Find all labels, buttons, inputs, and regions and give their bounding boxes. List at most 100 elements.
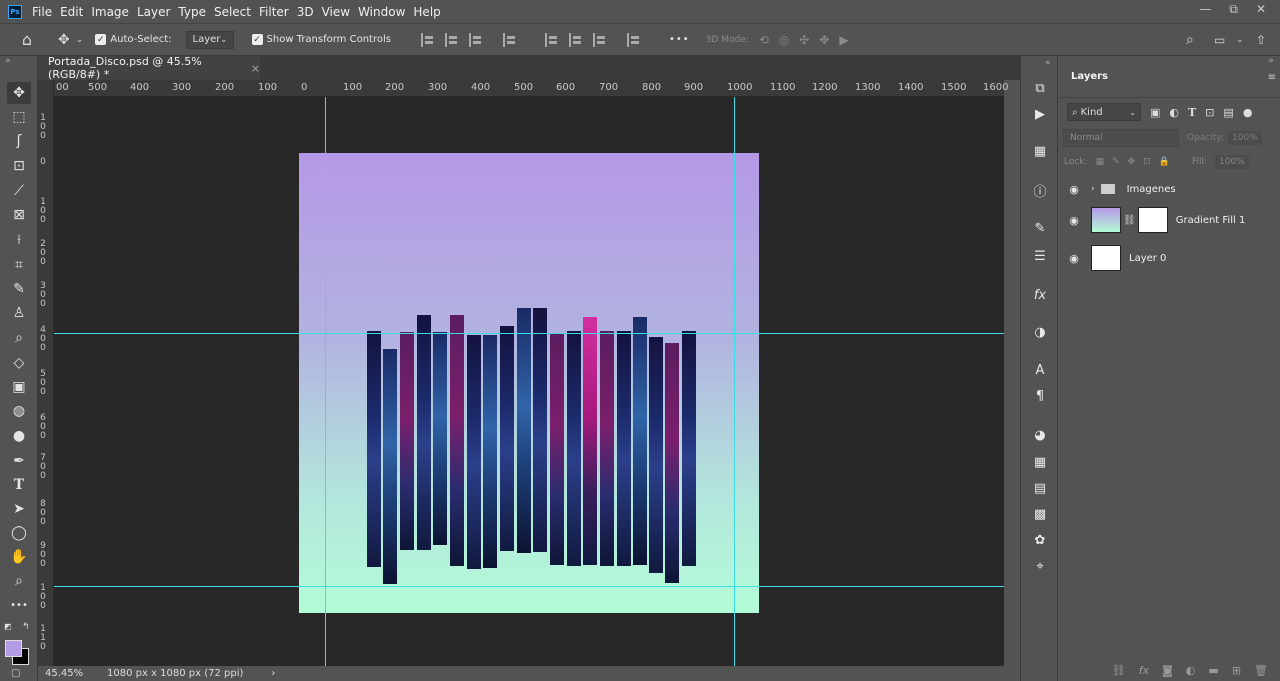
new-adjustment-layer-icon[interactable]: ◐ bbox=[1186, 664, 1196, 677]
visibility-eye-icon[interactable]: ◉ bbox=[1067, 252, 1081, 265]
filter-smart-object-icon[interactable]: ▤ bbox=[1223, 106, 1233, 119]
menu-layer[interactable]: Layer bbox=[137, 5, 178, 19]
menu-window[interactable]: Window bbox=[358, 5, 413, 19]
filter-shape-icon[interactable]: ⊡ bbox=[1205, 106, 1214, 119]
align-vertical-centers-icon[interactable] bbox=[568, 32, 583, 47]
home-icon[interactable]: ⌂ bbox=[18, 30, 36, 49]
horizontal-ruler[interactable]: 00 500 400 300 200 100 0 100 200 300 400 500 600 700 8… bbox=[54, 80, 1008, 97]
menu-edit[interactable]: Edit bbox=[60, 5, 91, 19]
frame-tool-icon[interactable]: ⊠ bbox=[7, 204, 31, 226]
crop-tool-icon[interactable]: ⟋ bbox=[7, 180, 31, 202]
layer-name[interactable]: Imagenes bbox=[1127, 184, 1176, 195]
paragraph-panel-icon[interactable]: ¶ bbox=[1030, 386, 1050, 406]
lock-position-icon[interactable]: ✥ bbox=[1128, 157, 1136, 167]
type-tool-icon[interactable]: T bbox=[7, 474, 31, 496]
gradients-panel-icon[interactable]: ▤ bbox=[1030, 478, 1050, 498]
menu-help[interactable]: Help bbox=[413, 5, 448, 19]
collapse-panels-icon[interactable]: « bbox=[1045, 58, 1051, 68]
dodge-tool-icon[interactable]: ● bbox=[7, 425, 31, 447]
foreground-color-swatch[interactable] bbox=[5, 640, 22, 657]
shapes-panel-icon[interactable]: ✿ bbox=[1030, 530, 1050, 550]
styles-panel-icon[interactable]: fx bbox=[1030, 285, 1050, 305]
distribute-horizontal-icon[interactable] bbox=[626, 32, 641, 47]
new-layer-icon[interactable]: ⊞ bbox=[1232, 664, 1241, 677]
libraries-panel-icon[interactable]: ▦ bbox=[1030, 141, 1050, 161]
zoom-tool-icon[interactable]: ⌕ bbox=[7, 570, 31, 592]
more-options-button[interactable]: ••• bbox=[669, 34, 690, 45]
visibility-eye-icon[interactable]: ◉ bbox=[1067, 183, 1081, 196]
default-colors-icon[interactable]: ◩ bbox=[4, 622, 12, 631]
align-left-edges-icon[interactable] bbox=[420, 32, 435, 47]
swap-colors-icon[interactable]: ↰ bbox=[22, 622, 30, 632]
auto-select-checkbox[interactable]: ✓ bbox=[95, 34, 107, 45]
add-layer-style-icon[interactable]: fx bbox=[1139, 664, 1149, 677]
lock-all-icon[interactable]: 🔒 bbox=[1159, 157, 1170, 167]
align-right-edges-icon[interactable] bbox=[468, 32, 483, 47]
guide-vertical[interactable] bbox=[325, 97, 326, 666]
history-panel-icon[interactable]: ⧉ bbox=[1030, 78, 1050, 98]
paths-panel-icon[interactable]: ⌖ bbox=[1030, 556, 1050, 576]
brush-tool-icon[interactable]: ✎ bbox=[7, 278, 31, 300]
vertical-ruler[interactable]: 1 0 0 0 1 0 0 2 0 0 3 0 0 4 0 0 5 0 0 6 0 0 7 0 … bbox=[38, 80, 54, 666]
color-panel-icon[interactable]: ◕ bbox=[1030, 425, 1050, 445]
search-icon[interactable]: ⌕ bbox=[1186, 32, 1194, 48]
collapse-panel-icon[interactable]: » bbox=[5, 56, 11, 66]
filter-adjustment-icon[interactable]: ◐ bbox=[1169, 106, 1179, 119]
character-panel-icon[interactable]: A bbox=[1030, 360, 1050, 380]
zoom-level[interactable]: 45.45% bbox=[45, 668, 107, 679]
ellipse-tool-icon[interactable]: ◯ bbox=[7, 522, 31, 544]
adjustments-panel-icon[interactable]: ☰ bbox=[1030, 246, 1050, 266]
chevron-down-icon[interactable]: ⌄ bbox=[76, 35, 84, 45]
scale-3d-icon[interactable]: ▶ bbox=[839, 33, 848, 47]
delete-layer-icon[interactable]: 🗑 bbox=[1254, 664, 1268, 677]
lock-image-icon[interactable]: ✎ bbox=[1112, 157, 1120, 167]
align-top-edges-icon[interactable] bbox=[544, 32, 559, 47]
move-tool-icon[interactable]: ✥ bbox=[7, 82, 31, 104]
link-chain-icon[interactable]: ⛓ bbox=[1123, 215, 1136, 226]
gradient-tool-icon[interactable]: ▣ bbox=[7, 376, 31, 398]
show-transform-checkbox[interactable]: ✓ bbox=[251, 34, 263, 45]
align-horizontal-centers-icon[interactable] bbox=[444, 32, 459, 47]
share-icon[interactable]: ⇧ bbox=[1256, 33, 1266, 47]
collapse-panel-icon[interactable]: » bbox=[1268, 56, 1274, 66]
quick-mask-icon[interactable]: ▢ bbox=[11, 668, 20, 679]
layer-name[interactable]: Layer 0 bbox=[1129, 253, 1166, 264]
menu-type[interactable]: Type bbox=[178, 5, 214, 19]
edit-toolbar-icon[interactable]: ••• bbox=[7, 594, 31, 616]
pen-tool-icon[interactable]: ✒ bbox=[7, 450, 31, 472]
minimize-button[interactable]: — bbox=[1199, 2, 1211, 17]
gradient-fill-thumbnail[interactable] bbox=[1091, 207, 1121, 233]
close-window-button[interactable]: ✕ bbox=[1256, 2, 1266, 17]
clone-source-icon[interactable]: ◑ bbox=[1030, 322, 1050, 342]
new-group-icon[interactable]: ▬ bbox=[1208, 664, 1218, 677]
panel-menu-icon[interactable]: ≡ bbox=[1268, 72, 1276, 83]
clone-stamp-tool-icon[interactable]: ♙ bbox=[7, 302, 31, 324]
roll-3d-icon[interactable]: ◎ bbox=[779, 33, 789, 47]
filter-toggle-icon[interactable]: ● bbox=[1243, 106, 1253, 119]
hand-tool-icon[interactable]: ✋ bbox=[7, 546, 31, 568]
brush-settings-icon[interactable]: ✎ bbox=[1030, 218, 1050, 238]
layer-mask-thumbnail[interactable] bbox=[1137, 207, 1168, 233]
slide-3d-icon[interactable]: ✥ bbox=[819, 33, 829, 47]
chevron-right-icon[interactable]: › bbox=[1091, 184, 1095, 194]
canvas-area[interactable] bbox=[54, 97, 1004, 666]
close-document-icon[interactable]: × bbox=[251, 62, 260, 75]
link-layers-icon[interactable]: ⛓ bbox=[1112, 664, 1126, 677]
actions-panel-icon[interactable]: ▶ bbox=[1030, 104, 1050, 124]
fill-field[interactable]: 100% bbox=[1215, 155, 1249, 169]
layer-row-group[interactable]: ◉ › Imagenes bbox=[1059, 178, 1267, 200]
pan-3d-icon[interactable]: ✣ bbox=[799, 33, 809, 47]
workspace-icon[interactable]: ▭ bbox=[1214, 33, 1225, 47]
document-tab[interactable]: Portada_Disco.psd @ 45.5% (RGB/8#) * × bbox=[38, 55, 260, 81]
restore-button[interactable]: ⧉ bbox=[1229, 2, 1238, 17]
chevron-down-icon[interactable]: ⌄ bbox=[1236, 35, 1244, 45]
lock-artboard-icon[interactable]: ⊡ bbox=[1143, 157, 1151, 167]
info-panel-icon[interactable]: ⓘ bbox=[1030, 180, 1050, 200]
guide-vertical[interactable] bbox=[734, 97, 735, 666]
filter-type-icon[interactable]: T bbox=[1188, 106, 1196, 119]
layer-row-gradient-fill[interactable]: ◉ ⛓ Gradient Fill 1 bbox=[1059, 204, 1267, 236]
marquee-tool-icon[interactable]: ⬚ bbox=[7, 106, 31, 128]
history-brush-tool-icon[interactable]: ⌕ bbox=[7, 327, 31, 349]
eraser-tool-icon[interactable]: ◇ bbox=[7, 352, 31, 374]
menu-filter[interactable]: Filter bbox=[259, 5, 297, 19]
